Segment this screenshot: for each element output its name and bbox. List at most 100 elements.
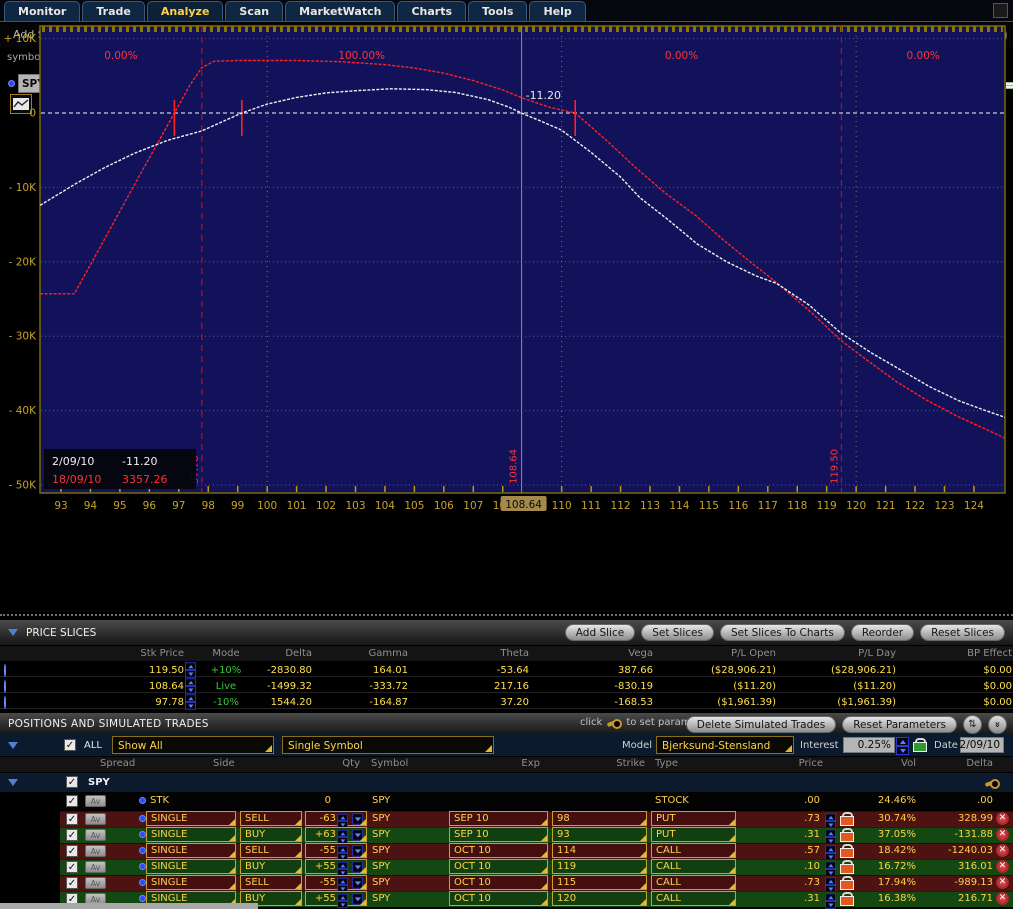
type-select[interactable]: CALL [651, 859, 736, 874]
spread-select[interactable]: SINGLE [146, 827, 236, 842]
exp-select[interactable]: OCT 10 [449, 843, 548, 858]
model-select[interactable]: Bjerksund-Stensland [656, 736, 794, 754]
price-slice-row[interactable]: 97.78-10%1544.20-164.8737.20-168.53($1,9… [0, 693, 1013, 709]
qty-field[interactable]: +63 [305, 827, 367, 842]
qty-dropdown-icon[interactable] [352, 845, 362, 856]
interest-input[interactable]: 0.25% [843, 737, 895, 753]
qty-dropdown-icon[interactable] [352, 813, 362, 824]
analyze-row-icon[interactable]: Av [85, 845, 106, 857]
price-slice-row[interactable]: 108.64Live-1499.32-333.72217.16-830.19($… [0, 677, 1013, 693]
qty-dropdown-icon[interactable] [352, 877, 362, 888]
spread-select[interactable]: SINGLE [146, 859, 236, 874]
row-checkbox[interactable]: ✓ [66, 829, 78, 841]
slice-price-stepper[interactable] [185, 694, 196, 709]
col-delta[interactable]: Delta [933, 758, 993, 769]
qty-dropdown-icon[interactable] [352, 893, 362, 904]
symbol-collapse-icon[interactable] [8, 779, 18, 786]
group-wrench-icon[interactable] [985, 779, 999, 787]
spread-select[interactable]: SINGLE [146, 811, 236, 826]
qty-field[interactable]: -63 [305, 811, 367, 826]
strike-select[interactable]: 93 [552, 827, 647, 842]
qty-dropdown-icon[interactable] [352, 861, 362, 872]
col-price[interactable]: Price [763, 758, 823, 769]
exp-select[interactable]: SEP 10 [449, 811, 548, 826]
col-vol[interactable]: Vol [856, 758, 916, 769]
qty-field[interactable]: +55 [305, 891, 367, 906]
strike-select[interactable]: 120 [552, 891, 647, 906]
col-side[interactable]: Side [213, 758, 235, 769]
type-select[interactable]: CALL [651, 843, 736, 858]
exp-select[interactable]: OCT 10 [449, 859, 548, 874]
interest-lock-icon[interactable] [913, 738, 926, 752]
type-select[interactable]: PUT [651, 827, 736, 842]
set-slices-to-charts-button[interactable]: Set Slices To Charts [720, 624, 845, 641]
row-checkbox[interactable]: ✓ [66, 795, 78, 807]
exp-select[interactable]: OCT 10 [449, 875, 548, 890]
add-slice-button[interactable]: Add Slice [565, 624, 635, 641]
delete-row-icon[interactable]: ✕ [996, 860, 1009, 873]
row-checkbox[interactable]: ✓ [66, 813, 78, 825]
price-lock-icon[interactable] [840, 828, 853, 842]
exp-select[interactable]: OCT 10 [449, 891, 548, 906]
col-qty[interactable]: Qty [300, 758, 360, 769]
symbol-scope-select[interactable]: Single Symbol [282, 736, 494, 754]
chart-plot-area[interactable]: + 10K0- 10K- 20K- 30K- 40K- 50K97.78119.… [0, 0, 1013, 523]
side-select[interactable]: SELL [240, 875, 302, 890]
qty-stepper[interactable] [337, 894, 347, 908]
reset-slices-button[interactable]: Reset Slices [920, 624, 1005, 641]
chart-svg[interactable]: + 10K0- 10K- 20K- 30K- 40K- 50K97.78119.… [0, 0, 1013, 520]
qty-field[interactable]: -55 [305, 843, 367, 858]
interest-stepper[interactable] [896, 737, 909, 755]
price-lock-icon[interactable] [840, 844, 853, 858]
qty-dropdown-icon[interactable] [352, 829, 362, 840]
analyze-row-icon[interactable]: Av [85, 829, 106, 841]
price-slice-row[interactable]: 119.50+10%-2830.80164.01-53.64387.66($28… [0, 661, 1013, 677]
price-stepper[interactable] [825, 893, 836, 908]
price-lock-icon[interactable] [840, 876, 853, 890]
type-select[interactable]: PUT [651, 811, 736, 826]
reset-parameters-button[interactable]: Reset Parameters [842, 716, 957, 733]
reorder-button[interactable]: Reorder [851, 624, 914, 641]
delete-simulated-trades-button[interactable]: Delete Simulated Trades [686, 716, 836, 733]
collapse-all-icon[interactable]: » [988, 715, 1007, 734]
risk-profile-chart[interactable]: DRAG CHART TO PAN DRAG PRICES TO CHANGE … [0, 0, 1013, 612]
strike-select[interactable]: 119 [552, 859, 647, 874]
show-filter-select[interactable]: Show All [112, 736, 274, 754]
price-lock-icon[interactable] [840, 892, 853, 906]
delete-row-icon[interactable]: ✕ [996, 892, 1009, 905]
side-select[interactable]: SELL [240, 811, 302, 826]
collapse-triangle-icon[interactable] [8, 629, 18, 636]
all-checkbox[interactable]: ✓ [64, 739, 76, 751]
spread-select[interactable]: SINGLE [146, 875, 236, 890]
trade-date-input[interactable]: 2/09/10 [960, 737, 1004, 753]
side-select[interactable]: SELL [240, 843, 302, 858]
price-lock-icon[interactable] [840, 860, 853, 874]
side-select[interactable]: BUY [240, 859, 302, 874]
delete-row-icon[interactable]: ✕ [996, 812, 1009, 825]
col-type[interactable]: Type [655, 758, 678, 769]
delete-row-icon[interactable]: ✕ [996, 844, 1009, 857]
group-collapse-icon[interactable] [8, 742, 18, 749]
set-slices-button[interactable]: Set Slices [641, 624, 714, 641]
price-lock-icon[interactable] [840, 812, 853, 826]
col-exp[interactable]: Exp [480, 758, 540, 769]
option-position-row[interactable]: ✓AvSINGLESELL-55SPYOCT 10115CALL.7317.94… [0, 875, 1013, 891]
strike-select[interactable]: 98 [552, 811, 647, 826]
analyze-row-icon[interactable]: Av [85, 877, 106, 889]
option-position-row[interactable]: ✓AvSINGLESELL-55SPYOCT 10114CALL.5718.42… [0, 843, 1013, 859]
col-strike[interactable]: Strike [585, 758, 645, 769]
row-checkbox[interactable]: ✓ [66, 861, 78, 873]
option-position-row[interactable]: ✓AvSINGLEBUY+55SPYOCT 10119CALL.1016.72%… [0, 859, 1013, 875]
qty-field[interactable]: -55 [305, 875, 367, 890]
qty-field[interactable]: +55 [305, 859, 367, 874]
slice-price-stepper[interactable] [185, 662, 196, 677]
transfer-icon[interactable]: ⇅ [963, 715, 982, 734]
row-checkbox[interactable]: ✓ [66, 845, 78, 857]
slice-price-stepper[interactable] [185, 678, 196, 693]
col-spread[interactable]: Spread [100, 758, 135, 769]
strike-select[interactable]: 115 [552, 875, 647, 890]
analyze-row-icon[interactable]: Av [85, 861, 106, 873]
symbol-group-checkbox[interactable]: ✓ [66, 776, 78, 788]
strike-select[interactable]: 114 [552, 843, 647, 858]
type-select[interactable]: CALL [651, 875, 736, 890]
